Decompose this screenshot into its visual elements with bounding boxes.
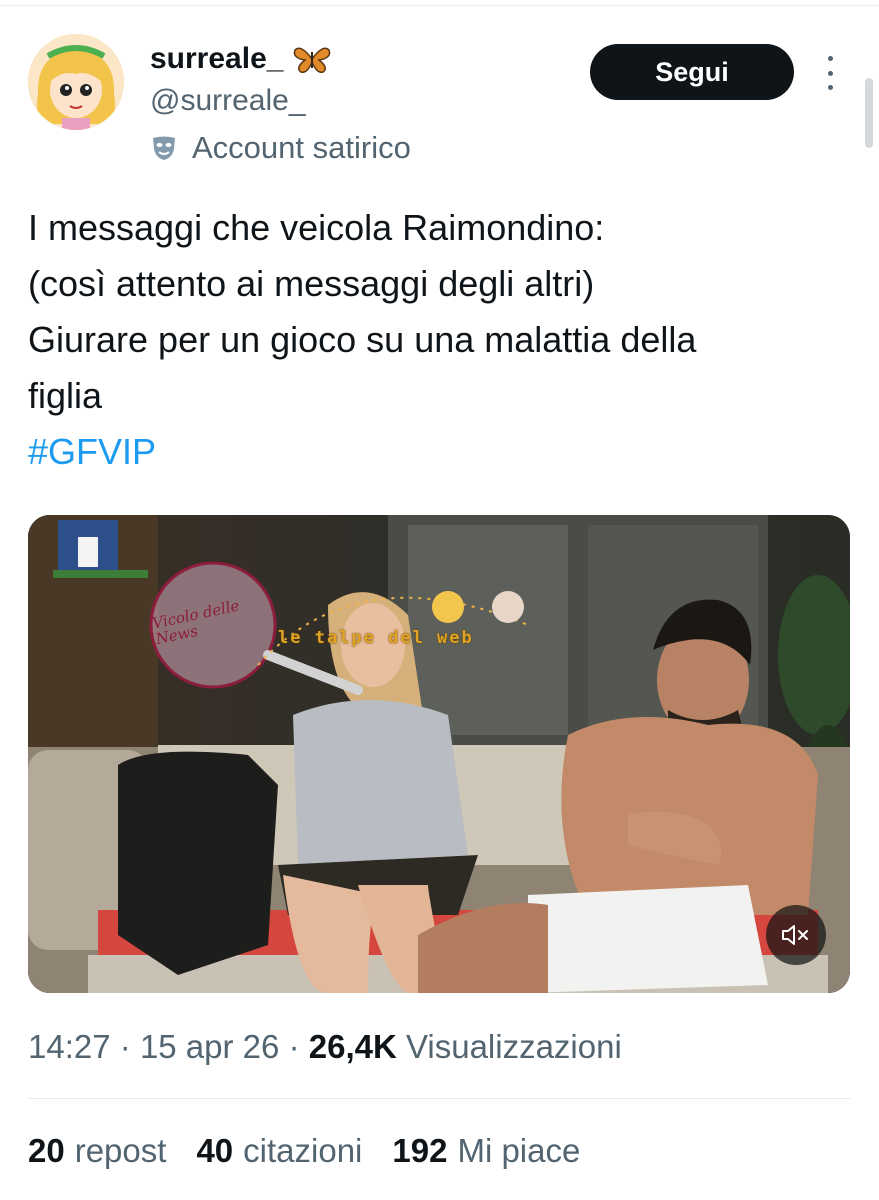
tweet-date[interactable]: 15 apr 26	[140, 1028, 279, 1065]
follow-button[interactable]: Segui	[590, 44, 794, 100]
tweet-line: Giurare per un gioco su una malattia del…	[28, 319, 697, 360]
tweet-line: I messaggi che veicola Raimondino:	[28, 207, 605, 248]
tweet-meta: 14:27 · 15 apr 26 · 26,4K Visualizzazion…	[28, 1028, 622, 1066]
likes-label: Mi piace	[457, 1132, 581, 1169]
separator-dot: ·	[119, 1028, 140, 1065]
tweet-header: surreale_ @surreale_ Account satirico Se…	[28, 34, 848, 174]
likes-count: 192	[392, 1132, 448, 1169]
likes-stat[interactable]: 192 Mi piace	[392, 1132, 580, 1170]
views-count: 26,4K	[308, 1028, 397, 1065]
mask-icon	[150, 134, 178, 162]
mute-button[interactable]	[766, 905, 826, 965]
reposts-count: 20	[28, 1132, 65, 1169]
views-label: Visualizzazioni	[405, 1028, 622, 1065]
name-row: surreale_	[150, 42, 331, 76]
engagement-stats: 20 repost 40 citazioni 192 Mi piace	[28, 1132, 580, 1170]
scrollbar[interactable]	[865, 78, 873, 148]
video-frame	[28, 515, 850, 993]
watermark-talpe: le talpe del web	[278, 628, 474, 648]
tweet-text: I messaggi che veicola Raimondino: (così…	[28, 200, 858, 480]
avatar[interactable]	[28, 34, 124, 130]
quotes-count: 40	[196, 1132, 234, 1169]
more-icon[interactable]	[820, 56, 840, 90]
reposts-label: repost	[74, 1132, 167, 1169]
divider	[28, 1098, 851, 1099]
handle[interactable]: @surreale_	[150, 84, 306, 118]
quotes-stat[interactable]: 40 citazioni	[196, 1132, 362, 1170]
tweet-time[interactable]: 14:27	[28, 1028, 111, 1065]
reposts-stat[interactable]: 20 repost	[28, 1132, 166, 1170]
butterfly-icon	[293, 44, 331, 74]
hashtag-link[interactable]: #GFVIP	[28, 424, 858, 480]
video-player[interactable]: Vicolo delle News le talpe del web	[28, 515, 850, 993]
tweet-line: (così attento ai messaggi degli altri)	[28, 263, 595, 304]
display-name[interactable]: surreale_	[150, 42, 283, 76]
account-label-text: Account satirico	[192, 130, 411, 165]
top-divider	[0, 5, 879, 6]
tweet-line: figlia	[28, 375, 103, 416]
mute-icon	[782, 925, 808, 945]
quotes-label: citazioni	[243, 1132, 363, 1169]
account-label: Account satirico	[150, 130, 411, 166]
separator-dot: ·	[288, 1028, 309, 1065]
